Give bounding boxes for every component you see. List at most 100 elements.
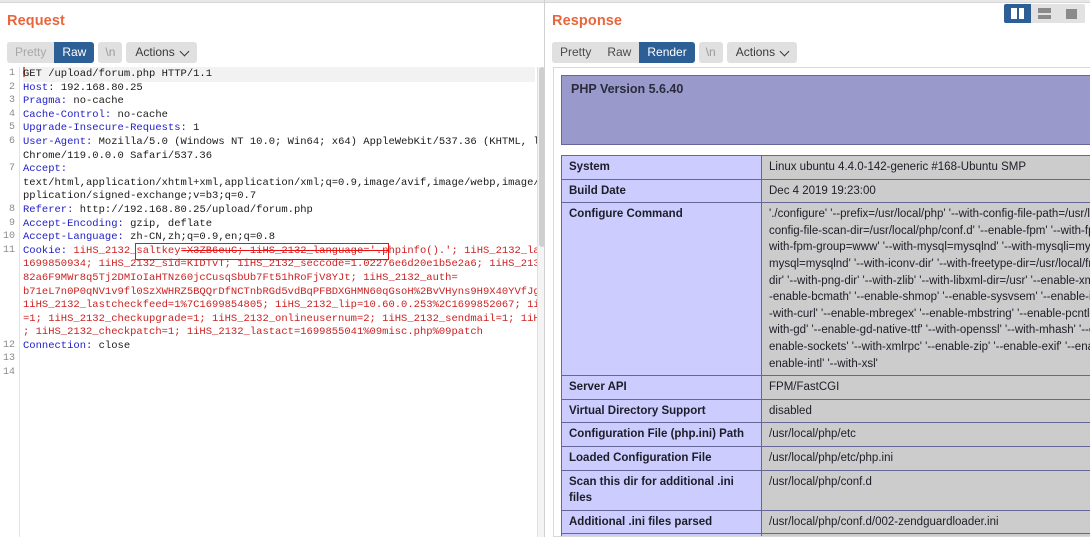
phpinfo-key: Server API [561,375,762,400]
request-actions-label: Actions [135,45,175,59]
line-number [0,257,19,271]
phpinfo-row: Loaded Configuration File/usr/local/php/… [561,445,1090,471]
response-tab-pretty[interactable]: Pretty [552,42,600,63]
line-number: 13 [2,353,15,365]
request-line: Cookie: 1iHS_2132_saltkey=X3ZB6euC; 1iHS… [23,244,537,257]
line-number [0,325,19,339]
request-line: b71eL7n0P0qNV1v9fl0SzXWHRZ5BQQrDfNCTnbRG… [23,285,537,298]
phpinfo-value: './configure' '--prefix=/usr/local/php' … [761,202,1090,377]
request-line: Accept-Encoding: gzip, deflate [23,217,213,230]
phpinfo-row: Server API FPM/FastCGI [561,375,1090,400]
phpinfo-value: /usr/local/php/conf.d/002-zendguardloade… [761,509,1090,535]
phpinfo-row: System Linux ubuntu 4.4.0-142-generic #16… [561,155,1090,180]
request-line: Connection: close [23,339,131,352]
request-view-tabs: Pretty Raw [7,42,95,63]
request-response-viewer: Request Pretty Raw \n Actions 1234567891… [0,0,1090,537]
chevron-down-icon [181,47,189,55]
request-line: Accept-Language: zh-CN,zh;q=0.9,en;q=0.8 [23,231,276,244]
phpinfo-row: Scan this dir for additional .ini files /… [561,469,1090,511]
request-line: Upgrade-Insecure-Requests: 1 [23,122,200,135]
phpinfo-key: Additional .ini files parsed [561,509,762,535]
request-line: User-Agent: Mozilla/5.0 (Windows NT 10.0… [23,135,537,148]
phpinfo-key: Scan this dir for additional .ini files [561,469,762,511]
line-number: 8 [8,203,15,215]
response-tab-render[interactable]: Render [639,42,695,63]
line-number [0,285,19,299]
request-tab-pretty[interactable]: Pretty [7,42,55,63]
response-view-tabs: Pretty Raw Render [552,42,695,63]
response-newline-toggle[interactable]: \n [698,42,723,63]
request-actions-button[interactable]: Actions [126,42,197,63]
request-line: Accept: [23,163,74,176]
phpinfo-key: Configure Command [561,202,762,377]
request-line: 82a6F9MWr8q5Tj2DMIoIaHTNz60jcCusqSbUb7Ft… [23,271,458,284]
chevron-down-icon [781,47,789,55]
phpinfo-value: /usr/local/php/etc [761,422,1090,447]
split-vertical-view-button[interactable] [1004,4,1031,23]
line-number: 10 [2,231,15,243]
response-panel-title: Response [552,13,623,29]
phpinfo-row: Configure Command './configure' '--prefix… [561,202,1090,377]
request-line: GET /upload/forum.php HTTP/1.1 [23,67,535,82]
line-number: 5 [8,122,15,134]
line-number [0,149,19,163]
phpinfo-value: Dec 4 2019 19:23:00 [761,178,1090,204]
single-pane-icon [1066,8,1077,19]
php-version-label: PHP Version 5.6.40 [571,82,684,96]
panel-divider[interactable] [544,0,545,537]
line-number [0,298,19,312]
line-number: 3 [8,95,15,107]
response-panel: Response Pretty Raw Render \n Actions PH… [545,0,1090,537]
request-line: Chrome/119.0.0.0 Safari/537.36 [23,149,213,162]
response-tab-raw[interactable]: Raw [599,42,640,63]
layout-mode-buttons [1004,4,1085,23]
request-code-area[interactable]: GET /upload/forum.php HTTP/1.1 Host: 192.… [21,67,537,537]
line-number [0,271,19,285]
phpinfo-key: Configuration File (php.ini) Path [561,422,762,447]
phpinfo-row: Additional .ini files parsed/usr/local/p… [561,509,1090,535]
request-line: =1; 1iHS_2132_checkupgrade=1; 1iHS_2132_… [23,312,537,325]
accept-language-strikethrough [182,250,388,251]
request-line: ; 1iHS_2132_checkpatch=1; 1iHS_2132_last… [23,326,483,339]
request-line: pplication/signed-exchange;v=b3;q=0.7 [23,190,257,203]
phpinfo-key: System [561,155,762,180]
phpinfo-document: PHP Version 5.6.40 System Linux ubuntu 4.… [554,68,1090,536]
request-panel-title: Request [7,13,65,29]
phpinfo-key: Loaded Configuration File [561,445,762,471]
response-actions-button[interactable]: Actions [726,42,798,63]
line-number: 6 [8,135,15,147]
request-line: Cache-Control: no-cache [23,108,168,121]
request-editor[interactable]: 1 2 3 4 5 6 7 8 9 10 11 12 13 14 GET /upload/forum.ph… [0,67,537,537]
request-line: text/html,application/xhtml+xml,applicat… [23,176,537,189]
request-tab-raw[interactable]: Raw [54,42,95,63]
request-line: 1iHS_2132_lastcheckfeed=1%7C1699854805; … [23,299,537,312]
phpinfo-row: Configuration File (php.ini) Path/usr/lo… [561,422,1090,447]
split-vertical-icon [1011,8,1024,19]
line-number: 4 [8,108,15,120]
phpinfo-value: FPM/FastCGI [761,375,1090,400]
line-number: 12 [2,339,15,351]
response-toolbar: Pretty Raw Render \n Actions [552,42,798,63]
request-toolbar: Pretty Raw \n Actions [7,42,197,63]
request-line: 1699850934; 1iHS_2132_sid=KIDTvT; 1iHS_2… [23,258,537,271]
phpinfo-value: Linux ubuntu 4.4.0-142-generic #168-Ubun… [761,155,1090,180]
line-number [0,176,19,190]
line-number: 9 [8,217,15,229]
response-render-area[interactable]: PHP Version 5.6.40 System Linux ubuntu 4.… [553,67,1090,537]
split-horizontal-icon [1038,8,1051,19]
phpinfo-version-banner: PHP Version 5.6.40 [561,75,1090,145]
line-number: 2 [8,81,15,93]
phpinfo-value: /usr/local/php/conf.d [761,469,1090,511]
line-number [0,189,19,203]
phpinfo-row: Build Date Dec 4 2019 19:23:00 [561,178,1090,204]
line-number: 11 [2,244,15,256]
line-number [0,312,19,326]
line-number: 1 [8,68,15,79]
request-newline-toggle[interactable]: \n [98,42,123,63]
line-number: 14 [2,367,15,379]
single-pane-view-button[interactable] [1058,4,1085,23]
response-actions-label: Actions [735,45,776,59]
split-horizontal-view-button[interactable] [1031,4,1058,23]
request-line: Host: 192.168.80.25 [23,81,143,94]
line-number: 7 [8,163,15,175]
